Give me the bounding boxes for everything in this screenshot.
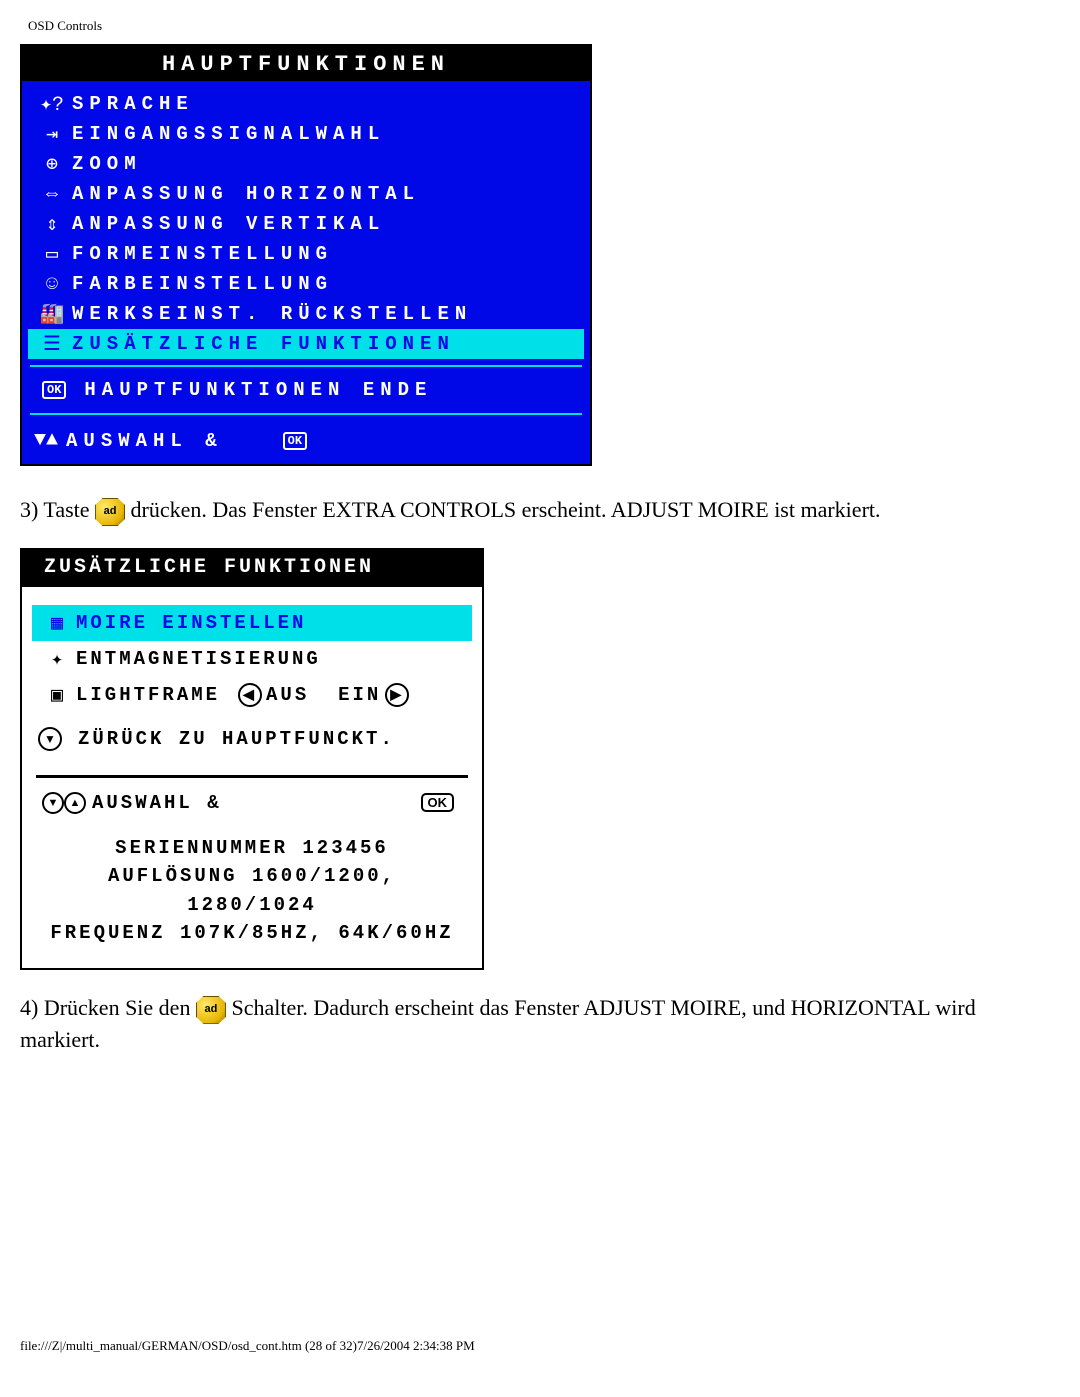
osd1-footer-hint: ▼▲ AUSWAHL & OK bbox=[28, 421, 584, 460]
serial-value: 123456 bbox=[302, 837, 388, 859]
instruction-step-3: 3) Taste ad drücken. Das Fenster EXTRA C… bbox=[20, 494, 1060, 526]
osd-main-controls: HAUPTFUNKTIONEN ✦? SPRACHE ⇥ EINGANGSSIG… bbox=[20, 44, 592, 466]
separator bbox=[30, 365, 582, 367]
list-icon: ☰ bbox=[32, 331, 72, 357]
instruction-step-4: 4) Drücken Sie den ad Schalter. Dadurch … bbox=[20, 992, 1060, 1056]
page-footer-path: file:///Z|/multi_manual/GERMAN/OSD/osd_c… bbox=[20, 1338, 475, 1354]
menu-item-adjust-vertical[interactable]: ⇕ ANPASSUNG VERTIKAL bbox=[28, 209, 584, 239]
separator bbox=[30, 413, 582, 415]
menu-item-degauss[interactable]: ✦ ENTMAGNETISIERUNG bbox=[32, 641, 472, 677]
label: MOIRE EINSTELLEN bbox=[76, 612, 306, 634]
label: ANPASSUNG HORIZONTAL bbox=[72, 183, 420, 205]
left-arrow-icon[interactable]: ◀ bbox=[238, 683, 262, 707]
color-icon: ☺ bbox=[32, 273, 72, 296]
label-off: AUS bbox=[266, 684, 309, 706]
up-down-arrows-icon: ▼▲ bbox=[42, 792, 86, 814]
text: drücken. Das Fenster EXTRA CONTROLS ersc… bbox=[125, 497, 880, 522]
label: ZÜRÜCK ZU HAUPTFUNCKT. bbox=[78, 728, 395, 750]
label: ZOOM bbox=[72, 153, 142, 175]
label: ZUSÄTZLICHE FUNKTIONEN bbox=[72, 333, 455, 355]
label: LIGHTFRAME bbox=[76, 684, 220, 706]
label: FORMEINSTELLUNG bbox=[72, 243, 333, 265]
frequency-label: FREQUENZ bbox=[50, 922, 165, 944]
menu-item-zoom[interactable]: ⊕ ZOOM bbox=[28, 149, 584, 179]
menu-item-lightframe[interactable]: ▣ LIGHTFRAME ◀ AUS EIN ▶ bbox=[32, 677, 472, 713]
osd1-title: HAUPTFUNKTIONEN bbox=[22, 46, 590, 81]
horizontal-icon: ⇔ bbox=[32, 183, 72, 206]
separator bbox=[36, 775, 468, 778]
label: ENTMAGNETISIERUNG bbox=[76, 648, 321, 670]
language-icon: ✦? bbox=[32, 91, 72, 117]
menu-item-adjust-moire[interactable]: ▦ MOIRE EINSTELLEN bbox=[32, 605, 472, 641]
zoom-icon: ⊕ bbox=[32, 151, 72, 177]
ok-button-icon: ad bbox=[95, 498, 125, 526]
menu-item-adjust-horizontal[interactable]: ⇔ ANPASSUNG HORIZONTAL bbox=[28, 179, 584, 209]
lightframe-toggle[interactable]: ◀ AUS EIN ▶ bbox=[234, 683, 413, 707]
label: EINGANGSSIGNALWAHL bbox=[72, 123, 385, 145]
menu-item-input-select[interactable]: ⇥ EINGANGSSIGNALWAHL bbox=[28, 119, 584, 149]
monitor-info: SERIENNUMMER 123456 AUFLÖSUNG 1600/1200,… bbox=[32, 822, 472, 962]
osd-extra-controls: ZUSÄTZLICHE FUNKTIONEN ▦ MOIRE EINSTELLE… bbox=[20, 548, 484, 970]
menu-item-adjust-color[interactable]: ☺ FARBEINSTELLUNG bbox=[28, 269, 584, 299]
ok-icon: OK bbox=[421, 793, 455, 812]
serial-label: SERIENNUMMER bbox=[115, 837, 288, 859]
menu-back-to-main[interactable]: ▼ ZÜRÜCK ZU HAUPTFUNCKT. bbox=[32, 713, 472, 765]
label-on: EIN bbox=[338, 684, 381, 706]
text: 4) Drücken Sie den bbox=[20, 995, 196, 1020]
label: WERKSEINST. RÜCKSTELLEN bbox=[72, 303, 472, 325]
menu-item-reset-factory[interactable]: 🏭 WERKSEINST. RÜCKSTELLEN bbox=[28, 299, 584, 329]
label: FARBEINSTELLUNG bbox=[72, 273, 333, 295]
menu-item-extra-controls[interactable]: ☰ ZUSÄTZLICHE FUNKTIONEN bbox=[28, 329, 584, 359]
label: AUSWAHL & bbox=[66, 430, 223, 452]
ok-icon: OK bbox=[42, 381, 66, 399]
label: SPRACHE bbox=[72, 93, 194, 115]
label: HAUPTFUNKTIONEN ENDE bbox=[84, 379, 432, 401]
lightframe-icon: ▣ bbox=[38, 682, 76, 708]
input-icon: ⇥ bbox=[32, 121, 72, 147]
menu-item-sprache[interactable]: ✦? SPRACHE bbox=[28, 89, 584, 119]
label: ANPASSUNG VERTIKAL bbox=[72, 213, 385, 235]
factory-icon: 🏭 bbox=[32, 301, 72, 327]
osd2-footer-hint: ▼▲ AUSWAHL & OK bbox=[32, 782, 472, 822]
back-icon: ▼ bbox=[38, 727, 62, 751]
vertical-icon: ⇕ bbox=[32, 211, 72, 237]
moire-icon: ▦ bbox=[38, 610, 76, 636]
frequency-value: 107K/85HZ, 64K/60HZ bbox=[180, 922, 454, 944]
resolution-label: AUFLÖSUNG bbox=[108, 865, 238, 887]
up-down-arrows-icon: ▼▲ bbox=[34, 429, 58, 452]
osd2-title: ZUSÄTZLICHE FUNKTIONEN bbox=[22, 550, 482, 587]
shape-icon: ▭ bbox=[32, 241, 72, 267]
label: AUSWAHL & bbox=[92, 792, 222, 814]
ok-icon: OK bbox=[283, 432, 307, 450]
menu-close-main[interactable]: OK HAUPTFUNKTIONEN ENDE bbox=[28, 373, 584, 407]
page-header: OSD Controls bbox=[28, 18, 1060, 34]
menu-item-adjust-shape[interactable]: ▭ FORMEINSTELLUNG bbox=[28, 239, 584, 269]
ok-button-icon: ad bbox=[196, 996, 226, 1024]
right-arrow-icon[interactable]: ▶ bbox=[385, 683, 409, 707]
text: 3) Taste bbox=[20, 497, 95, 522]
degauss-icon: ✦ bbox=[38, 646, 76, 672]
